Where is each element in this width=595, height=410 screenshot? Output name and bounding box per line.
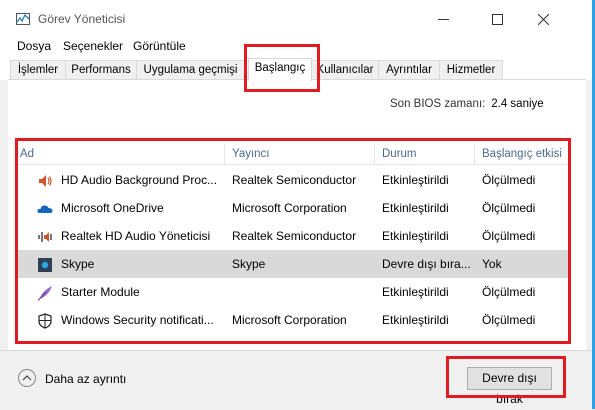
audio-manager-icon (38, 232, 52, 242)
onedrive-icon (37, 205, 53, 213)
window-title: Görev Yöneticisi (38, 12, 126, 26)
publisher: Microsoft Corporation (232, 201, 347, 215)
startup-row[interactable]: Starter Module Etkinleştirildi Ölçülmedi (16, 278, 568, 306)
status: Devre dışı bıra... (382, 257, 471, 271)
column-header-status[interactable]: Durum (382, 144, 417, 164)
publisher: Skype (232, 257, 266, 271)
startup-row-selected[interactable]: Skype Skype Devre dışı bıra... Yok (16, 250, 568, 278)
menu-view[interactable]: Görüntüle (133, 38, 186, 54)
column-header-name[interactable]: Ad (20, 144, 34, 164)
app-name: Windows Security notificati... (61, 313, 214, 327)
tab-startup[interactable]: Başlangıç (248, 58, 312, 81)
tab-app-history[interactable]: Uygulama geçmişi (136, 60, 245, 79)
menu-bar: Dosya Seçenekler Görüntüle (0, 38, 592, 58)
bios-time-label: Son BIOS zamanı: (390, 98, 486, 110)
footer: Daha az ayrıntı Devre dışı bırak (0, 350, 592, 410)
app-name: HD Audio Background Proc... (61, 173, 218, 187)
bios-time-value: 2.4 saniye (491, 98, 544, 110)
app-name: Starter Module (61, 285, 140, 299)
startup-impact: Ölçülmedi (482, 229, 536, 243)
title-bar: Görev Yöneticisi (0, 0, 592, 38)
startup-impact: Ölçülmedi (482, 285, 536, 299)
startup-impact: Ölçülmedi (482, 313, 536, 327)
disable-button[interactable]: Devre dışı bırak (467, 367, 552, 406)
minimize-icon (437, 18, 449, 20)
status: Etkinleştirildi (382, 313, 449, 327)
startup-panel: Son BIOS zamanı: 2.4 saniye Ad Yayıncı Du… (8, 80, 586, 350)
fewer-details-button[interactable]: Daha az ayrıntı (18, 369, 148, 391)
tab-performance[interactable]: Performans (65, 60, 137, 79)
shield-icon (38, 313, 52, 329)
startup-impact: Ölçülmedi (482, 173, 536, 187)
startup-impact: Yok (482, 257, 502, 271)
maximize-button[interactable] (474, 0, 520, 38)
column-separator[interactable] (374, 144, 375, 164)
header-divider (16, 164, 568, 165)
app-name: Skype (61, 257, 95, 271)
status: Etkinleştirildi (382, 229, 449, 243)
status: Etkinleştirildi (382, 285, 449, 299)
startup-row[interactable]: HD Audio Background Proc... Realtek Semi… (16, 166, 568, 194)
bios-time: Son BIOS zamanı: 2.4 saniye (390, 98, 544, 110)
tab-services[interactable]: Hizmetler (439, 60, 503, 79)
tab-details[interactable]: Ayrıntılar (378, 60, 440, 79)
minimize-button[interactable] (420, 0, 466, 38)
column-separator[interactable] (474, 144, 475, 164)
menu-file[interactable]: Dosya (17, 38, 51, 54)
app-name: Microsoft OneDrive (61, 201, 164, 215)
maximize-icon (491, 13, 503, 25)
menu-options[interactable]: Seçenekler (63, 38, 123, 54)
skype-icon (38, 258, 52, 272)
tab-users[interactable]: Kullanıcılar (311, 60, 379, 79)
column-header-publisher[interactable]: Yayıncı (232, 144, 270, 164)
speaker-icon (39, 175, 52, 187)
tab-strip: İşlemler Performans Uygulama geçmişi Baş… (0, 58, 592, 81)
column-separator[interactable] (224, 144, 225, 164)
chevron-up-icon (18, 369, 36, 387)
status: Etkinleştirildi (382, 173, 449, 187)
startup-row[interactable]: Realtek HD Audio Yöneticisi Realtek Semi… (16, 222, 568, 250)
task-manager-icon (16, 13, 30, 25)
close-icon (537, 13, 549, 25)
tab-processes[interactable]: İşlemler (10, 60, 66, 79)
startup-row[interactable]: Microsoft OneDrive Microsoft Corporation… (16, 194, 568, 222)
task-manager-window: Görev Yöneticisi Dosya Seçenekler Görünt… (0, 0, 595, 410)
feather-icon (37, 286, 52, 301)
fewer-details-label: Daha az ayrıntı (45, 372, 127, 386)
app-name: Realtek HD Audio Yöneticisi (61, 229, 211, 243)
publisher: Realtek Semiconductor (232, 173, 357, 187)
startup-row[interactable]: Windows Security notificati... Microsoft… (16, 306, 568, 334)
publisher: Microsoft Corporation (232, 313, 347, 327)
startup-impact: Ölçülmedi (482, 201, 536, 215)
column-header-startup-impact[interactable]: Başlangıç etkisi (482, 144, 562, 164)
status: Etkinleştirildi (382, 201, 449, 215)
publisher: Realtek Semiconductor (232, 229, 357, 243)
close-button[interactable] (520, 0, 566, 38)
